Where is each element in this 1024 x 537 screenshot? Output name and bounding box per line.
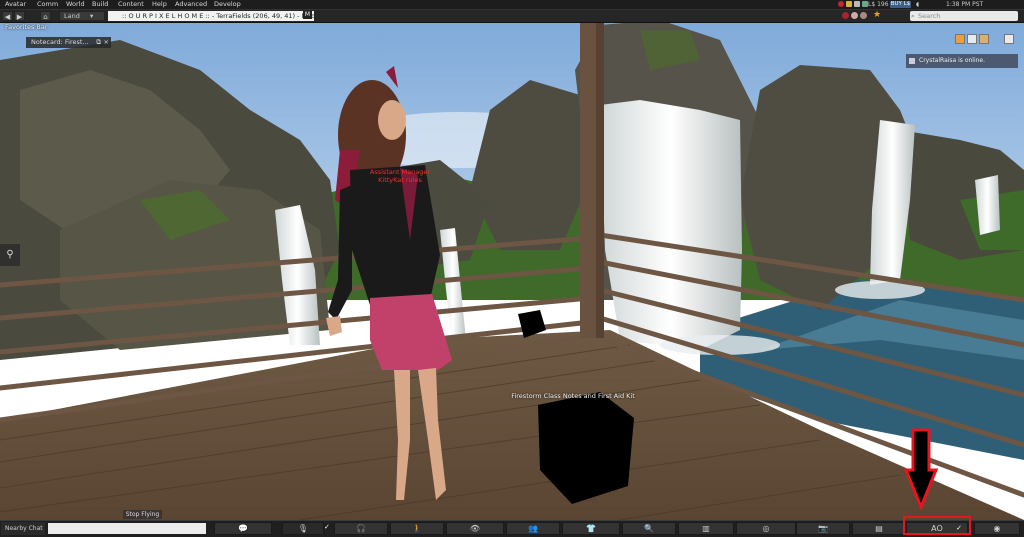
menu-build[interactable]: Build xyxy=(92,0,108,9)
chat-input[interactable] xyxy=(48,523,206,534)
clock-text: 1:38 PM PST xyxy=(946,1,984,8)
appearance-shirt-icon[interactable]: 👕 xyxy=(562,522,620,535)
headset-icon[interactable]: 🎧 xyxy=(334,522,388,535)
snapshot-quick-icon[interactable] xyxy=(955,34,965,44)
location-input[interactable]: :: O U R P I X E L H O M E :: - TerraFie… xyxy=(108,11,314,21)
people-icon[interactable]: 👥 xyxy=(506,522,560,535)
navigation-bar: ◀ ▶ ⌂ Land ▾ :: O U R P I X E L H O M E … xyxy=(0,10,1024,23)
menu-content[interactable]: Content xyxy=(118,0,144,9)
search-input[interactable]: ⌕ Search xyxy=(910,11,1018,21)
no-build-icon xyxy=(860,12,868,19)
close-icon[interactable]: × xyxy=(104,37,109,48)
buy-currency-button[interactable]: BUY L$ xyxy=(890,1,911,8)
profile-quick-icon[interactable] xyxy=(979,34,989,44)
online-notification-toast[interactable]: CrystalRaisa is online. xyxy=(906,54,1018,68)
minimap-icon[interactable]: ◎ xyxy=(736,522,796,535)
no-fly-icon xyxy=(842,12,849,19)
search-placeholder: Search xyxy=(918,12,941,20)
maturity-badge: M xyxy=(303,11,312,19)
minimize-icon[interactable]: ⧉ xyxy=(96,37,101,48)
chevron-down-icon: ▾ xyxy=(89,12,94,20)
world-viewport[interactable]: Assistant Manager KittyKat rules Firesto… xyxy=(0,0,1024,536)
snapshot-camera-icon[interactable]: 📷 xyxy=(796,522,850,535)
inventory-icon[interactable]: ▤ xyxy=(852,522,906,535)
home-icon[interactable]: ⌂ xyxy=(40,11,51,21)
camera-eye-icon[interactable]: 👁 xyxy=(446,522,504,535)
menu-bar: Avatar Comm World Build Content Help Adv… xyxy=(0,0,1024,10)
script-status-icon[interactable] xyxy=(845,1,852,7)
landmark-button[interactable]: Land ▾ xyxy=(59,11,105,21)
balance-text[interactable]: L$ 196 xyxy=(868,0,889,9)
avatar-group-tag: Assistant Manager KittyKat rules xyxy=(360,168,440,184)
landmark-label: Land xyxy=(64,12,80,20)
back-arrow-icon[interactable]: ◀ xyxy=(2,11,13,21)
globe-icon[interactable]: ◉ xyxy=(974,522,1020,535)
menu-help[interactable]: Help xyxy=(152,0,167,9)
world-map-icon[interactable]: ▥ xyxy=(678,522,734,535)
menu-advanced[interactable]: Advanced xyxy=(175,0,207,9)
menu-develop[interactable]: Develop xyxy=(214,0,241,9)
map-pin-icon[interactable]: ⚲ xyxy=(0,244,20,266)
search-icon: ⌕ xyxy=(911,12,915,20)
notification-text: CrystalRaisa is online. xyxy=(919,57,986,64)
location-text: :: O U R P I X E L H O M E :: - TerraFie… xyxy=(122,12,314,20)
stop-flying-button[interactable]: Stop Flying xyxy=(123,510,162,519)
favorites-bar[interactable]: Favorites Bar xyxy=(5,23,48,31)
inventory-quick-icon[interactable] xyxy=(967,34,977,44)
menu-world[interactable]: World xyxy=(66,0,85,9)
object-hover-label: Firestorm Class Notes and First Aid Kit xyxy=(511,392,635,400)
avatar-tag-line-2: KittyKat rules xyxy=(378,176,422,184)
status-icons xyxy=(838,1,868,10)
menu-comm[interactable]: Comm xyxy=(37,0,58,9)
parcel-icons xyxy=(842,12,868,21)
volume-icon[interactable]: ◖ xyxy=(916,0,919,9)
media-status-icon[interactable] xyxy=(853,1,860,7)
voice-enabled-check-icon[interactable]: ✓ xyxy=(324,523,330,531)
search-icon[interactable]: 🔍 xyxy=(622,522,676,535)
menu-avatar[interactable]: Avatar xyxy=(5,0,26,9)
avatar-icon xyxy=(909,58,915,64)
appearance-quick-icon[interactable] xyxy=(1004,34,1014,44)
forward-arrow-icon[interactable]: ▶ xyxy=(14,11,25,21)
microphone-icon[interactable]: 🎙 xyxy=(282,522,324,535)
notecard-title: Notecard: Firest... xyxy=(31,38,89,46)
notecard-floater-tab[interactable]: Notecard: Firest... ⧉ × xyxy=(26,37,111,48)
voice-status-icon[interactable] xyxy=(838,1,844,7)
walk-run-fly-icon[interactable]: 🚶 xyxy=(390,522,444,535)
star-icon[interactable]: ★ xyxy=(873,10,881,20)
bandwidth-icon[interactable] xyxy=(861,1,868,7)
scene-render xyxy=(0,0,1024,521)
ao-highlight-box xyxy=(903,516,971,535)
no-push-icon xyxy=(851,12,859,19)
bottom-toolbar: Nearby Chat 💬 🎙 ✓ 🎧 🚶 👁 👥 👕 🔍 ▥ ◎ 📷 ▤ AO… xyxy=(0,520,1024,537)
chat-bubble-icon[interactable]: 💬 xyxy=(214,522,272,535)
avatar-tag-line-1: Assistant Manager xyxy=(369,168,431,176)
nearby-chat-button[interactable]: Nearby Chat xyxy=(1,522,45,535)
